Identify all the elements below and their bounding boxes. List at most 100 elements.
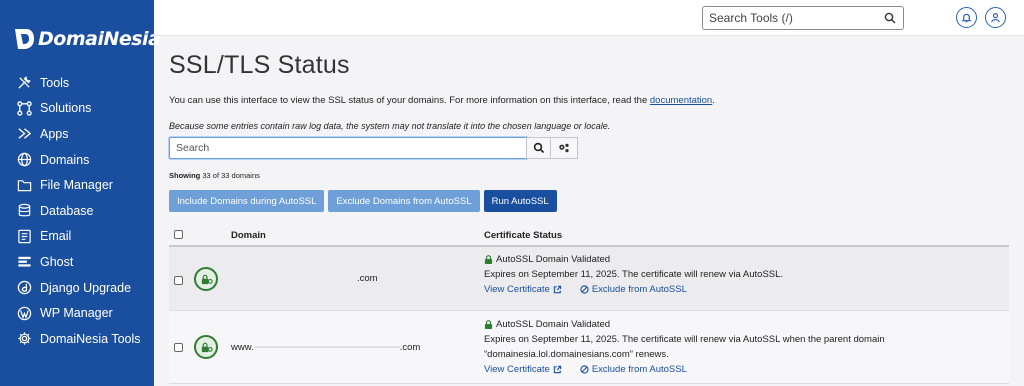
sidebar-item-label: Database bbox=[40, 203, 94, 218]
sidebar-item-domainesia-tools[interactable]: DomaiNesia Tools bbox=[0, 326, 154, 352]
view-certificate-link[interactable]: View Certificate bbox=[484, 284, 562, 295]
exclude-autossl-link[interactable]: Exclude from AutoSSL bbox=[580, 364, 687, 375]
settings-button[interactable] bbox=[550, 137, 578, 159]
sidebar-item-label: Django Upgrade bbox=[40, 280, 132, 295]
sidebar-item-label: WP Manager bbox=[40, 306, 113, 321]
sidebar-item-django-upgrade[interactable]: Django Upgrade bbox=[0, 275, 154, 301]
showing-count: Showing 33 of 33 domains bbox=[169, 171, 260, 180]
lock-icon bbox=[201, 274, 213, 284]
sidebar-item-file-manager[interactable]: File Manager bbox=[0, 172, 154, 198]
sidebar-item-solutions[interactable]: Solutions bbox=[0, 96, 154, 122]
certificate-status: AutoSSL Domain Validated Expires on Sept… bbox=[484, 317, 885, 375]
status-line: AutoSSL Domain Validated bbox=[484, 317, 885, 332]
sidebar-item-domains[interactable]: Domains bbox=[0, 147, 154, 173]
view-certificate-link[interactable]: View Certificate bbox=[484, 364, 562, 375]
domain-prefix: www. bbox=[231, 342, 254, 353]
domain-name: .com bbox=[357, 273, 378, 284]
search-tools-box bbox=[702, 6, 904, 30]
sidebar-item-label: Email bbox=[40, 229, 72, 244]
search-tools-input[interactable] bbox=[709, 11, 877, 25]
folder-icon bbox=[17, 179, 32, 191]
ghost-icon bbox=[18, 257, 31, 268]
search-icon bbox=[533, 142, 544, 154]
user-menu-button[interactable] bbox=[985, 7, 1006, 28]
logo[interactable]: DomaiNesia bbox=[12, 24, 161, 54]
ssl-status-icon bbox=[194, 267, 218, 291]
exclude-autossl-label: Exclude from AutoSSL bbox=[591, 284, 687, 295]
sidebar: DomaiNesia Tools Solutions Apps Domains … bbox=[0, 0, 161, 386]
table-row: .com AutoSSL Domain Validated Expires on… bbox=[169, 247, 1009, 311]
row-links: View Certificate Exclude from AutoSSL bbox=[484, 364, 885, 375]
status-column-header[interactable]: Certificate Status bbox=[484, 230, 562, 241]
page-title: SSL/TLS Status bbox=[169, 51, 350, 79]
run-autossl-button[interactable]: Run AutoSSL bbox=[483, 190, 557, 212]
status-line: AutoSSL Domain Validated bbox=[484, 252, 783, 267]
lock-icon bbox=[201, 342, 213, 352]
database-icon bbox=[18, 204, 31, 217]
domain-column-header[interactable]: Domain bbox=[231, 230, 266, 241]
brand-name: DomaiNesia bbox=[38, 28, 161, 50]
exclude-domains-button[interactable]: Exclude Domains from AutoSSL bbox=[328, 190, 480, 212]
tools-icon bbox=[18, 76, 31, 89]
sidebar-item-label: Ghost bbox=[40, 254, 74, 269]
gear-icon bbox=[18, 332, 31, 345]
domain-suffix: .com bbox=[399, 342, 421, 353]
user-icon bbox=[991, 13, 1000, 23]
external-link-icon bbox=[553, 365, 562, 374]
sidebar-item-label: Apps bbox=[40, 126, 69, 141]
expiry-text: Expires on September 11, 2025. The certi… bbox=[484, 269, 784, 280]
gears-icon bbox=[559, 143, 569, 153]
apps-icon bbox=[18, 128, 32, 140]
certificate-status: AutoSSL Domain Validated Expires on Sept… bbox=[484, 252, 783, 295]
row-checkbox[interactable] bbox=[174, 343, 183, 352]
include-domains-button[interactable]: Include Domains during AutoSSL bbox=[169, 190, 325, 212]
table-row: www. .com AutoSSL Domain Validated Expire… bbox=[169, 311, 1009, 384]
intro-body: You can use this interface to view the S… bbox=[169, 95, 650, 106]
search-icon[interactable] bbox=[884, 12, 896, 24]
status-text: AutoSSL Domain Validated bbox=[496, 319, 611, 330]
domains-table: Domain Certificate Status .com AutoSSL D… bbox=[169, 223, 1009, 384]
search-button[interactable] bbox=[526, 137, 551, 159]
sidebar-item-database[interactable]: Database bbox=[0, 198, 154, 224]
django-icon bbox=[17, 280, 32, 295]
solutions-icon bbox=[17, 101, 32, 116]
sidebar-item-wp-manager[interactable]: WP Manager bbox=[0, 300, 154, 326]
sidebar-item-ghost[interactable]: Ghost bbox=[0, 249, 154, 275]
main-content: SSL/TLS Status You can use this interfac… bbox=[154, 36, 1024, 386]
select-all-checkbox[interactable] bbox=[174, 230, 183, 239]
sidebar-item-label: Solutions bbox=[40, 101, 92, 116]
showing-value: 33 of 33 domains bbox=[202, 171, 260, 180]
sidebar-item-apps[interactable]: Apps bbox=[0, 121, 154, 147]
bell-icon bbox=[961, 13, 972, 23]
globe-icon bbox=[17, 152, 32, 167]
sidebar-nav: Tools Solutions Apps Domains File Manage… bbox=[0, 70, 154, 352]
sidebar-item-label: Tools bbox=[40, 75, 70, 90]
exclude-autossl-link[interactable]: Exclude from AutoSSL bbox=[580, 284, 687, 295]
translation-note: Because some entries contain raw log dat… bbox=[169, 121, 611, 131]
filter-bar bbox=[169, 137, 578, 159]
domain-search-input[interactable] bbox=[169, 137, 527, 159]
sidebar-item-label: File Manager bbox=[40, 178, 113, 193]
notifications-button[interactable] bbox=[956, 7, 977, 28]
ban-icon bbox=[580, 285, 589, 294]
sidebar-item-tools[interactable]: Tools bbox=[0, 70, 154, 96]
redacted-domain bbox=[253, 346, 400, 349]
showing-label: Showing bbox=[169, 171, 201, 180]
sidebar-item-email[interactable]: Email bbox=[0, 224, 154, 250]
intro-text: You can use this interface to view the S… bbox=[169, 95, 715, 106]
table-header: Domain Certificate Status bbox=[169, 223, 1009, 247]
lock-icon bbox=[484, 255, 493, 264]
expiry-text-continued: “domainesia.lol.domainesians.com” renews… bbox=[484, 349, 669, 360]
ban-icon bbox=[580, 365, 589, 374]
row-checkbox[interactable] bbox=[174, 276, 183, 285]
status-text: AutoSSL Domain Validated bbox=[496, 254, 611, 265]
domainesia-logo-icon bbox=[15, 29, 34, 49]
expiry-text: Expires on September 11, 2025. The certi… bbox=[484, 334, 885, 345]
documentation-link[interactable]: documentation bbox=[650, 95, 712, 106]
exclude-autossl-label: Exclude from AutoSSL bbox=[591, 364, 687, 375]
domain-suffix: .com bbox=[357, 273, 378, 284]
view-certificate-label: View Certificate bbox=[484, 284, 550, 295]
domain-name: www. .com bbox=[231, 342, 420, 353]
intro-period: . bbox=[712, 95, 715, 106]
lock-icon bbox=[484, 320, 493, 329]
